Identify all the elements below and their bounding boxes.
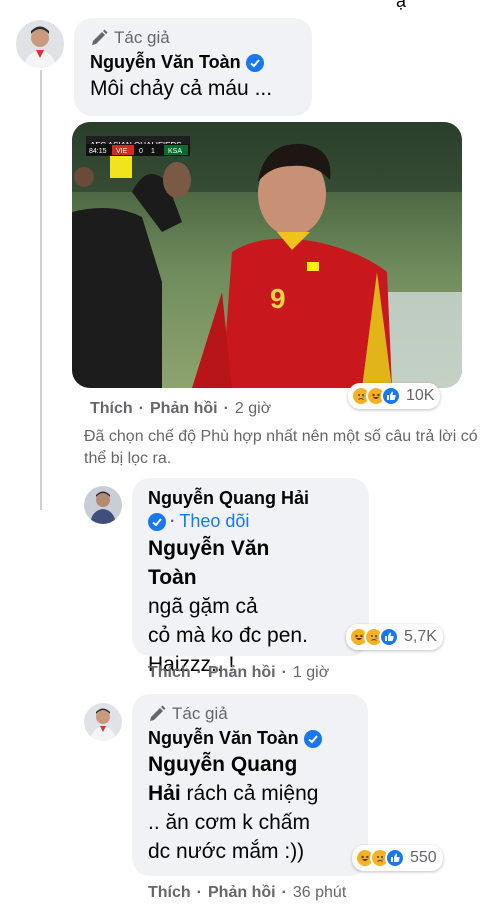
comment-text: Môi chảy cả máu ... <box>90 77 273 100</box>
avatar[interactable] <box>16 20 64 68</box>
reply-bubble: Nguyễn Quang Hải · Theo dõi Nguyễn Văn T… <box>132 478 369 676</box>
reply-button[interactable]: Phản hồi <box>208 884 276 902</box>
like-button[interactable]: Thích <box>148 664 191 682</box>
author-badge-label: Tác giả <box>172 704 228 723</box>
reaction-count: 10K <box>406 387 435 404</box>
verified-icon <box>303 729 322 748</box>
reply-text: Nguyễn Quang Hải rách cả miệng .. ăn cơm… <box>148 750 352 866</box>
like-reaction-icon <box>381 386 401 406</box>
reaction-summary[interactable]: 550 <box>352 845 443 871</box>
filter-note: Đã chọn chế độ Phù hợp nhất nên một số c… <box>84 428 478 467</box>
like-button[interactable]: Thích <box>148 884 191 902</box>
author-name[interactable]: Nguyễn Văn Toàn <box>90 52 264 73</box>
avatar[interactable] <box>84 486 122 524</box>
pencil-icon <box>150 705 166 721</box>
cut-off-text: ạ <box>396 0 407 11</box>
jersey-number: 9 <box>270 283 286 314</box>
reply-bubble: Tác giả Nguyễn Văn Toàn Nguyễn Quang Hải… <box>132 694 368 876</box>
author-name[interactable]: Nguyễn Quang Hải <box>148 488 309 509</box>
scoreboard-away: KSA <box>168 148 182 155</box>
timestamp[interactable]: 2 giờ <box>235 400 271 418</box>
mention-link[interactable]: Nguyễn Quang <box>148 753 297 776</box>
reaction-count: 550 <box>410 849 437 866</box>
scoreboard-home: VIE <box>116 148 128 155</box>
separator-dot: · <box>281 884 287 901</box>
verified-icon <box>245 53 264 72</box>
comment-bubble: Tác giả Nguyễn Văn Toàn Môi chảy cả máu … <box>74 18 312 116</box>
thread-connector <box>40 70 42 510</box>
reaction-summary[interactable]: 10K <box>348 383 441 409</box>
author-badge-label: Tác giả <box>114 28 170 47</box>
reply-actions: Thích · Phản hồi · 36 phút <box>148 884 346 902</box>
reply-button[interactable]: Phản hồi <box>150 400 218 418</box>
reply-text-line: .. ăn cơm k chấm <box>148 811 310 834</box>
author-name-text[interactable]: Nguyễn Văn Toàn <box>90 52 241 73</box>
separator-dot: · <box>223 400 229 417</box>
author-name-text[interactable]: Nguyễn Văn Toàn <box>148 728 299 749</box>
comment-image[interactable]: 9 AFC ASIAN QUALIFIERS 84:15 VIE 0 1 KSA <box>72 122 462 388</box>
reply-text-line: cỏ mà ko đc pen. <box>148 624 308 647</box>
comment-actions: Thích · Phản hồi · 2 giờ <box>90 400 271 418</box>
like-reaction-icon <box>379 627 399 647</box>
reaction-count: 5,7K <box>404 628 437 645</box>
reply-text: Nguyễn Văn Toàn ngã gặm cả cỏ mà ko đc p… <box>148 534 353 679</box>
verified-icon <box>148 512 166 531</box>
scoreboard-home-score: 0 <box>139 148 143 155</box>
like-reaction-icon <box>385 848 405 868</box>
timestamp[interactable]: 36 phút <box>293 884 346 902</box>
author-name[interactable]: Nguyễn Văn Toàn <box>148 728 322 749</box>
timestamp[interactable]: 1 giờ <box>293 664 329 682</box>
separator-dot: · <box>196 884 202 901</box>
reply-button[interactable]: Phản hồi <box>208 664 276 682</box>
mention-link[interactable]: Hải <box>148 782 181 805</box>
author-badge: Tác giả <box>148 704 352 724</box>
avatar[interactable] <box>84 703 122 741</box>
like-button[interactable]: Thích <box>90 400 133 418</box>
separator-dot: · <box>281 664 287 681</box>
separator-dot: · <box>138 400 144 417</box>
scoreboard-clock: 84:15 <box>89 148 107 155</box>
reply-text-line: rách cả miệng <box>186 782 319 805</box>
scoreboard-away-score: 1 <box>151 148 155 155</box>
separator-dot: · <box>196 664 202 681</box>
reply-actions: Thích · Phản hồi · 1 giờ <box>148 664 329 682</box>
follow-button[interactable]: Theo dõi <box>179 511 249 532</box>
mention-link[interactable]: Nguyễn Văn Toàn <box>148 534 298 592</box>
reply-text-line: dc nước mắm :)) <box>148 840 305 863</box>
reply-text-line: ngã gặm cả <box>148 595 258 618</box>
reaction-summary[interactable]: 5,7K <box>346 624 443 650</box>
pencil-icon <box>92 29 108 45</box>
separator-dot: · <box>170 512 176 530</box>
author-badge: Tác giả <box>90 28 296 48</box>
